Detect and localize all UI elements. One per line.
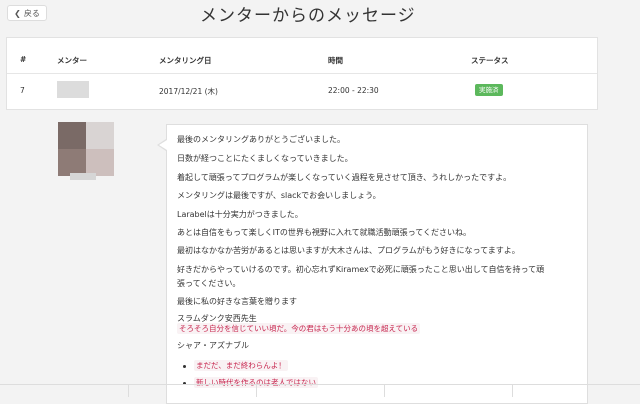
bullet-dot: [183, 365, 186, 368]
row-time: 22:00 - 22:30: [328, 86, 379, 95]
mentor-name-placeholder: [70, 173, 96, 180]
footer-separator: [128, 385, 129, 397]
row-id: 7: [20, 86, 25, 95]
column-header-date: メンタリング日: [159, 56, 212, 65]
column-header-mentor: メンター: [57, 56, 87, 65]
message-line: 着起して頑張ってプログラムが楽しくなっていく過程を見させて頂き、うれしかったです…: [177, 173, 512, 182]
message-line: Larabelは十分実力がつきました。: [177, 210, 303, 219]
photo-block: [86, 122, 114, 149]
column-header-id: #: [20, 55, 27, 64]
column-header-time: 時間: [328, 56, 343, 65]
message-line: 最初はなかなか苦労があるとは思いますが大木さんは、プログラムがもう好きになってま…: [177, 246, 520, 255]
back-button[interactable]: ❮ 戻る: [7, 5, 47, 21]
footer-separator: [384, 385, 385, 397]
message-line: あとは自信をもって楽しくITの世界も視野に入れて就職活動頑張ってくださいね。: [177, 228, 471, 237]
speech-caret-inner: [159, 140, 167, 150]
photo-block: [86, 149, 114, 176]
photo-block: [58, 149, 86, 176]
column-header-status: ステータス: [471, 56, 509, 65]
back-button-label: 戻る: [23, 8, 40, 18]
message-line: 張ってください。: [177, 279, 241, 288]
chevron-left-icon: ❮: [14, 8, 21, 18]
quote-author: シャア・アズナブル: [177, 341, 249, 350]
mentor-avatar: [57, 81, 89, 98]
photo-block: [58, 122, 86, 149]
footer-divider: [0, 384, 640, 385]
mentoring-table: # メンター メンタリング日 時間 ステータス 7 2017/12/21 (木)…: [6, 37, 598, 110]
footer-separator: [512, 385, 513, 397]
bullet-quote: まだだ、まだ終わらんよ！: [194, 360, 288, 371]
message-line: 最後のメンタリングありがとうございました。: [177, 135, 345, 144]
message-line: 最後に私の好きな言葉を贈ります: [177, 297, 297, 306]
message-line: 日数が経つことにたくましくなっていきました。: [177, 154, 353, 163]
status-badge: 実施済: [475, 84, 503, 96]
page-title: メンターからのメッセージ: [200, 6, 416, 26]
mentor-photo: [58, 122, 114, 176]
row-date: 2017/12/21 (木): [159, 87, 218, 96]
message-line: メンタリングは最後ですが、slackでお会いしましょう。: [177, 191, 381, 200]
quote-text: そろそろ自分を信じていい頃だ。今の君はもう十分あの頃を超えている: [177, 323, 421, 334]
table-divider: [7, 73, 597, 74]
footer-separator: [256, 385, 257, 397]
message-line: 好きだからやっていけるのです。初心忘れずKiramexで必死に頑張ったこと思い出…: [177, 265, 545, 274]
